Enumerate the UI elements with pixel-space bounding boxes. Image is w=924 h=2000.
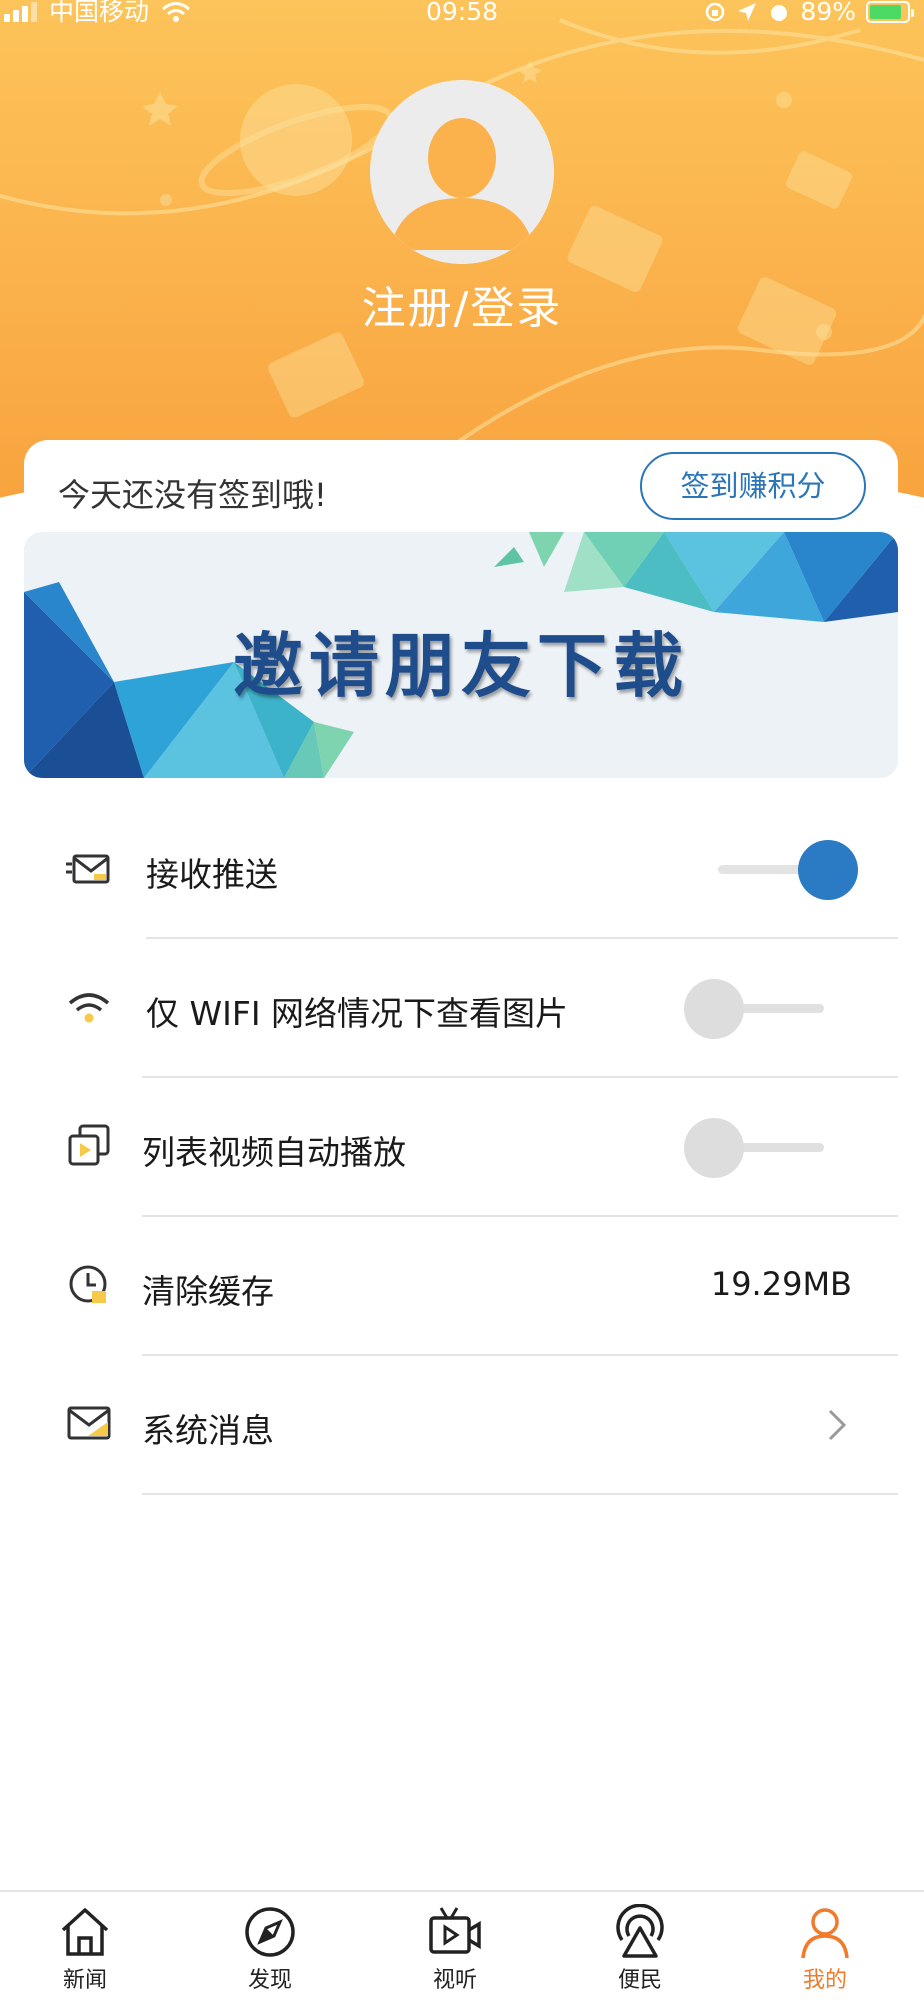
push-toggle[interactable] — [708, 840, 858, 900]
tab-label-services: 便民 — [617, 1968, 662, 1993]
signin-button[interactable]: 签到赚积分 — [640, 452, 866, 520]
video-icon — [429, 1907, 481, 1954]
battery-icon — [866, 1, 914, 23]
setting-row-push: 接收推送 — [0, 800, 924, 939]
avatar[interactable] — [370, 80, 554, 264]
tab-mine[interactable]: 我的 — [765, 1904, 885, 2000]
login-register-link[interactable]: 注册/登录 — [0, 272, 924, 336]
status-bar: 中国移动 09:58 89% — [0, 0, 924, 26]
compass-icon — [245, 1907, 295, 1957]
setting-row-wifi-images: 仅 WIFI 网络情况下查看图片 — [0, 939, 924, 1078]
cache-size: 19.29MB — [710, 1265, 852, 1303]
tab-news[interactable]: 新闻 — [25, 1904, 145, 2000]
setting-label-push: 接收推送 — [146, 855, 278, 894]
user-placeholder-icon — [370, 80, 554, 264]
wifi-icon — [68, 993, 110, 1023]
wifi-images-toggle-knob — [684, 979, 744, 1039]
tab-label-news: 新闻 — [62, 1968, 107, 1993]
signin-message: 今天还没有签到哦! — [58, 476, 327, 514]
setting-row-messages[interactable]: 系统消息 — [0, 1356, 924, 1495]
location-icon — [738, 3, 757, 21]
battery-percent: 89% — [800, 0, 856, 26]
setting-label-autoplay: 列表视频自动播放 — [142, 1133, 406, 1172]
setting-row-autoplay: 列表视频自动播放 — [0, 1078, 924, 1217]
chevron-right-icon — [828, 1409, 847, 1441]
setting-label-messages: 系统消息 — [142, 1411, 274, 1450]
home-icon — [61, 1908, 109, 1956]
video-autoplay-icon — [68, 1124, 110, 1166]
mail-icon — [67, 1406, 111, 1440]
tab-media[interactable]: 视听 — [395, 1904, 515, 2000]
alarm-icon — [771, 5, 788, 21]
orientation-lock-icon — [706, 2, 725, 22]
signin-card: 今天还没有签到哦! 签到赚积分 — [24, 440, 898, 530]
setting-label-clear-cache: 清除缓存 — [142, 1272, 274, 1311]
envelope-send-icon — [66, 854, 110, 884]
wifi-images-toggle[interactable] — [684, 979, 834, 1039]
setting-label-wifi-images: 仅 WIFI 网络情况下查看图片 — [146, 994, 569, 1033]
bottom-tab-bar: 新闻 发现 视听 便民 我的 — [0, 1890, 924, 2000]
broadcast-icon — [616, 1904, 664, 1958]
autoplay-toggle[interactable] — [684, 1118, 834, 1178]
invite-banner[interactable]: 邀请朋友下载 — [24, 532, 898, 778]
tab-services[interactable]: 便民 — [580, 1904, 700, 2000]
push-toggle-knob — [798, 840, 858, 900]
banner-title: 邀请朋友下载 — [233, 624, 689, 707]
profile-header: 中国移动 09:58 89% 注册/登录 — [0, 0, 924, 500]
tab-label-mine: 我的 — [802, 1968, 847, 1993]
autoplay-toggle-knob — [684, 1118, 744, 1178]
setting-row-clear-cache[interactable]: 清除缓存 19.29MB — [0, 1217, 924, 1356]
person-icon — [801, 1908, 849, 1959]
clock-clear-icon — [69, 1265, 107, 1303]
tab-discover[interactable]: 发现 — [210, 1904, 330, 2000]
tab-label-discover: 发现 — [247, 1968, 292, 1993]
tab-label-media: 视听 — [432, 1968, 477, 1993]
divider — [142, 1493, 898, 1495]
